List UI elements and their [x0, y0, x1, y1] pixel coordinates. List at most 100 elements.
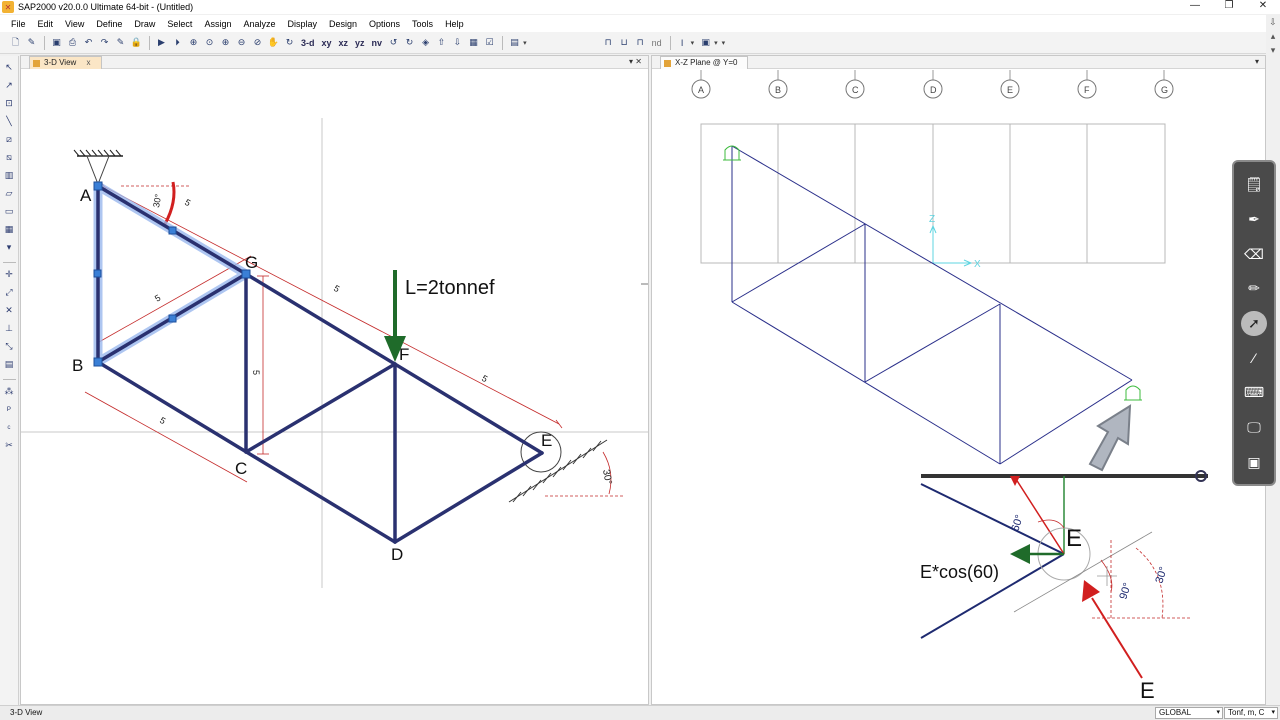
scroll-up-icon[interactable]: ▴ [1266, 29, 1280, 43]
whiteboard-icon[interactable]: ▣ [1241, 449, 1267, 475]
new-file-icon[interactable]: 🗋 [8, 35, 23, 50]
snap-intersection-icon[interactable]: ✕ [2, 303, 17, 318]
rotate-right-icon[interactable]: ↻ [402, 35, 417, 50]
menu-help[interactable]: Help [445, 19, 464, 29]
view-yz-button[interactable]: yz [352, 35, 368, 50]
snap-perpendicular-icon[interactable]: ⊥ [2, 321, 17, 336]
view-nv-button[interactable]: nv [369, 35, 386, 50]
pointer-icon[interactable]: ↖ [2, 60, 17, 75]
chevron-down-icon[interactable]: ▾ [523, 39, 527, 47]
menu-tools[interactable]: Tools [412, 19, 433, 29]
draw-secondary-icon[interactable]: ▥ [2, 168, 17, 183]
quick-area-icon[interactable]: ▦ [2, 222, 17, 237]
zoom-full-icon[interactable]: ⊘ [250, 35, 265, 50]
view-xz-button[interactable]: xz [336, 35, 352, 50]
perspective-icon[interactable]: ◈ [418, 35, 433, 50]
notes-icon[interactable]: 🗒 [1241, 172, 1267, 198]
run-step-icon[interactable]: ⏵ [170, 35, 185, 50]
move-down-icon[interactable]: ⇩ [450, 35, 465, 50]
snap-grid-icon[interactable]: ▤ [2, 357, 17, 372]
right-edge-scroll[interactable]: ⇩ ▴ ▾ [1266, 15, 1280, 67]
undo-icon[interactable]: ↶ [81, 35, 96, 50]
maximize-button[interactable]: ❐ [1212, 0, 1246, 14]
chevron-down-icon[interactable]: ▾ [714, 39, 718, 47]
grid-bubble-e[interactable]: E [1000, 70, 1020, 99]
zoom-in-icon[interactable]: ⊕ [218, 35, 233, 50]
scroll-down-icon[interactable]: ⇩ [1266, 15, 1280, 29]
set-display-icon[interactable]: ☑ [482, 35, 497, 50]
print-icon[interactable]: ⎙ [65, 35, 80, 50]
menu-draw[interactable]: Draw [134, 19, 155, 29]
refresh-view-icon[interactable]: ↻ [282, 35, 297, 50]
snap-ends-icon[interactable]: ⤢ [2, 285, 17, 300]
save-icon[interactable]: ▣ [49, 35, 64, 50]
grid-bubble-g[interactable]: G [1154, 70, 1174, 99]
draw-joint-icon[interactable]: ⊡ [2, 96, 17, 111]
view-3d-button[interactable]: 3-d [298, 35, 318, 50]
frame-icon[interactable]: ⊓ [601, 35, 616, 50]
tab-xz-plane[interactable]: X-Z Plane @ Y=0 [660, 56, 749, 69]
menu-file[interactable]: File [11, 19, 26, 29]
move-up-icon[interactable]: ⇧ [434, 35, 449, 50]
open-file-icon[interactable]: ✎ [24, 35, 39, 50]
redo-icon[interactable]: ↷ [97, 35, 112, 50]
menu-select[interactable]: Select [167, 19, 192, 29]
pen-icon[interactable]: ✎ [113, 35, 128, 50]
minimize-button[interactable]: — [1178, 0, 1212, 14]
grid-bubble-b[interactable]: B [768, 70, 788, 99]
reshape-icon[interactable]: ↗ [2, 78, 17, 93]
frame-release-icon[interactable]: ⊔ [617, 35, 632, 50]
zoom-out-icon[interactable]: ⊖ [234, 35, 249, 50]
keyboard-icon[interactable]: ⌨ [1241, 380, 1267, 406]
laser-pointer-icon[interactable]: ⁄ [1241, 345, 1267, 371]
draw-rect-area-icon[interactable]: ▭ [2, 204, 17, 219]
snap-lines-icon[interactable]: ⤡ [2, 339, 17, 354]
draw-frame-icon[interactable]: ╲ [2, 114, 17, 129]
highlighter-icon[interactable]: ✏ [1241, 276, 1267, 302]
menu-options[interactable]: Options [369, 19, 400, 29]
eraser-icon[interactable]: ⌫ [1241, 241, 1267, 267]
menu-assign[interactable]: Assign [204, 19, 231, 29]
section-icon[interactable]: I [675, 35, 690, 50]
chevron-down-icon[interactable]: ▾ [2, 240, 17, 255]
xz-plane-canvas[interactable]: A B C D E F G Z X E E*cos(60) 60° 30° 90… [652, 70, 1266, 705]
area-section-icon[interactable]: ▣ [698, 35, 713, 50]
grid-bubble-d[interactable]: D [923, 70, 943, 99]
screen-capture-icon[interactable]: 🖵 [1241, 415, 1267, 441]
units-select[interactable]: Tonf, m, C ▾ [1224, 707, 1278, 719]
close-icon[interactable]: x [87, 58, 91, 67]
frame-link-icon[interactable]: ⊓ [633, 35, 648, 50]
select-all-icon[interactable]: ⁂ [2, 384, 17, 399]
pan-icon[interactable]: ✋ [266, 35, 281, 50]
run-analysis-icon[interactable]: ▶ [154, 35, 169, 50]
pen-icon[interactable]: ✒ [1241, 207, 1267, 233]
chevron-down-icon[interactable]: ▾ [722, 39, 726, 47]
quick-draw-frame-icon[interactable]: ⧄ [2, 132, 17, 147]
grid-bubble-f[interactable]: F [1077, 70, 1097, 99]
panel-xz-plane[interactable]: X-Z Plane @ Y=0 ▾ A B C D E F G Z X E E*… [651, 55, 1266, 705]
draw-area-icon[interactable]: ▱ [2, 186, 17, 201]
menu-define[interactable]: Define [96, 19, 122, 29]
tab-3d-view[interactable]: 3-D View x [29, 56, 102, 69]
menu-display[interactable]: Display [287, 19, 317, 29]
pointer-icon[interactable]: ➚ [1241, 310, 1267, 337]
scroll-down-icon[interactable]: ▾ [1266, 43, 1280, 57]
close-window-button[interactable]: ✕ [1246, 0, 1280, 14]
zoom-restore-icon[interactable]: ⊙ [202, 35, 217, 50]
select-intersect-icon[interactable]: ✂ [2, 438, 17, 453]
menu-edit[interactable]: Edit [38, 19, 54, 29]
menu-view[interactable]: View [65, 19, 84, 29]
panel-window-controls[interactable]: ▾ ✕ [629, 56, 642, 68]
view-xy-button[interactable]: xy [319, 35, 335, 50]
panel-3d-view[interactable]: 3-D View x ▾ ✕ L=2tonnef A B C D E F G 5… [20, 55, 649, 705]
lock-icon[interactable]: 🔒 [129, 35, 144, 50]
draw-brace-icon[interactable]: ⧅ [2, 150, 17, 165]
chevron-down-icon[interactable]: ▾ [691, 39, 695, 47]
sap2000-app-icon[interactable]: ✕ [2, 1, 14, 13]
panel-window-controls[interactable]: ▾ [1255, 56, 1259, 68]
select-ps-icon[interactable]: ᴾ [2, 402, 17, 417]
coord-system-select[interactable]: GLOBAL ▾ [1155, 707, 1223, 719]
select-clear-icon[interactable]: ᶜ [2, 420, 17, 435]
rotate-left-icon[interactable]: ↺ [386, 35, 401, 50]
nd-button[interactable]: nd [649, 35, 665, 50]
